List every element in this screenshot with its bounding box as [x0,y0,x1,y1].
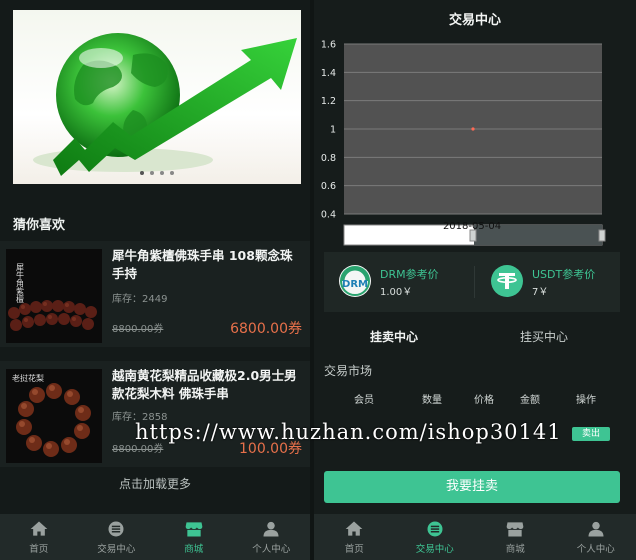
bead-bracelet-image: 老挝花梨 [6,369,102,463]
tab-profile[interactable]: 个人中心 [233,514,311,560]
page-title: 交易中心 [448,13,501,28]
product-image: 犀牛角紫檀 [6,249,102,343]
product-stock: 库存：2449 [112,294,168,305]
user-icon [263,521,279,537]
drm-price-value: 1.00￥ [380,287,413,298]
tab-shop[interactable]: 商城 [475,514,556,560]
tab-label: 交易中心 [415,544,454,555]
carousel-dot[interactable] [170,171,174,175]
shop-icon [185,522,203,537]
banner-carousel[interactable] [13,10,301,184]
bottom-tabbar: 首页 交易中心 商城 个人中心 [314,514,636,560]
tab-home[interactable]: 首页 [314,514,395,560]
product-card[interactable]: 老挝花梨 越南黄花梨精品收藏极2.0男士男款花梨木料 佛珠手串 库存：2858 … [0,361,310,467]
product-name[interactable]: 越南黄花梨精品收藏极2.0男士男款花梨木料 佛珠手串 [112,367,304,403]
column-quantity: 数量 [422,395,442,406]
tab-shop[interactable]: 商城 [155,514,233,560]
product-old-price: 8800.00券 [112,324,164,335]
tab-trade-center[interactable]: 交易中心 [78,514,156,560]
tab-label: 商城 [505,544,525,555]
product-card[interactable]: 犀牛角紫檀 犀牛角紫檀佛珠手串 108颗念珠手持 库存：2449 8800.00… [0,241,310,347]
list-icon [108,521,124,537]
chart-y-tick-label: 0.8 [321,153,336,164]
carousel-dot[interactable] [160,171,164,175]
chart-x-tick-label: 2018-05-04 [443,221,501,232]
home-icon [345,521,363,536]
usdt-price-value: 7￥ [532,287,549,298]
usdt-price-label: USDT参考价 [532,268,596,281]
tab-label: 个人中心 [576,544,615,555]
tab-label: 首页 [29,544,49,555]
column-amount: 金额 [520,395,540,406]
column-price: 价格 [474,395,494,406]
bead-bracelet-image: 犀牛角紫檀 [6,249,102,343]
product-thumb-text: 犀牛角紫檀 [16,263,25,304]
tab-profile[interactable]: 个人中心 [556,514,636,560]
sell-action-button[interactable]: 卖出 [572,427,610,441]
column-member: 会员 [354,395,374,406]
price-chart: 0.4 0.6 0.8 1 1.2 1.4 1.6 2018-05-04 [321,40,606,246]
product-image: 老挝花梨 [6,369,102,463]
tab-label: 首页 [344,544,364,555]
load-more-link[interactable]: 点击加载更多 [0,475,310,492]
trade-center-panel: 交易中心 0.4 0.6 0.8 1 1.2 1.4 1.6 2018-05-04 DRM … [314,0,636,560]
divider [474,266,475,298]
product-thumb-text: 老挝花梨 [12,373,44,383]
bottom-tabbar: 首页 交易中心 商城 个人中心 [0,514,310,560]
product-price: 6800.00券 [230,321,302,337]
drm-price-label: DRM参考价 [380,268,439,281]
home-icon [30,521,48,536]
watermark-text: https://www.huzhan.com/ishop30141 [135,420,562,444]
tab-home[interactable]: 首页 [0,514,78,560]
user-icon [588,521,604,537]
chart-y-tick-label: 1 [330,125,336,136]
shop-icon [506,522,524,537]
list-icon [427,521,443,537]
carousel-dots[interactable] [13,160,301,179]
tab-trade-center[interactable]: 交易中心 [395,514,476,560]
banner-image [33,33,297,176]
chart-y-tick-label: 1.2 [321,96,336,107]
chart-points [471,127,475,131]
product-name[interactable]: 犀牛角紫檀佛珠手串 108颗念珠手持 [112,247,304,283]
chart-y-tick-label: 0.4 [321,210,336,221]
drm-logo-icon: DRM [339,265,371,297]
chart-point [471,127,475,131]
reference-price-card: DRM DRM参考价 1.00￥ USDT参考价 7￥ [324,252,620,312]
chart-y-ticks: 0.4 0.6 0.8 1 1.2 1.4 1.6 [321,40,336,221]
market-table-header: 会员 数量 价格 金额 操作 [324,391,624,406]
tab-label: 商城 [184,544,204,555]
svg-text:DRM: DRM [342,279,368,290]
tab-label: 个人中心 [252,544,291,555]
carousel-dot[interactable] [150,171,154,175]
post-sell-button[interactable]: 我要挂卖 [324,471,620,503]
market-title: 交易市场 [324,364,373,378]
chart-y-tick-label: 1.4 [321,68,336,79]
chart-y-tick-label: 1.6 [321,40,336,51]
section-title: 猜你喜欢 [13,218,66,233]
tab-buy-center[interactable]: 挂买中心 [520,328,568,345]
carousel-dot[interactable] [140,171,144,175]
column-action: 操作 [576,395,596,406]
home-panel: 猜你喜欢 犀牛角紫檀 犀牛角紫檀佛珠手串 108颗念珠手持 库存：2449 88… [0,0,310,560]
usdt-logo-icon [491,265,523,297]
tab-sell-center[interactable]: 挂卖中心 [370,328,418,345]
chart-y-tick-label: 0.6 [321,181,336,192]
chart-range-handle-right[interactable] [598,229,606,242]
tab-label: 交易中心 [97,544,136,555]
